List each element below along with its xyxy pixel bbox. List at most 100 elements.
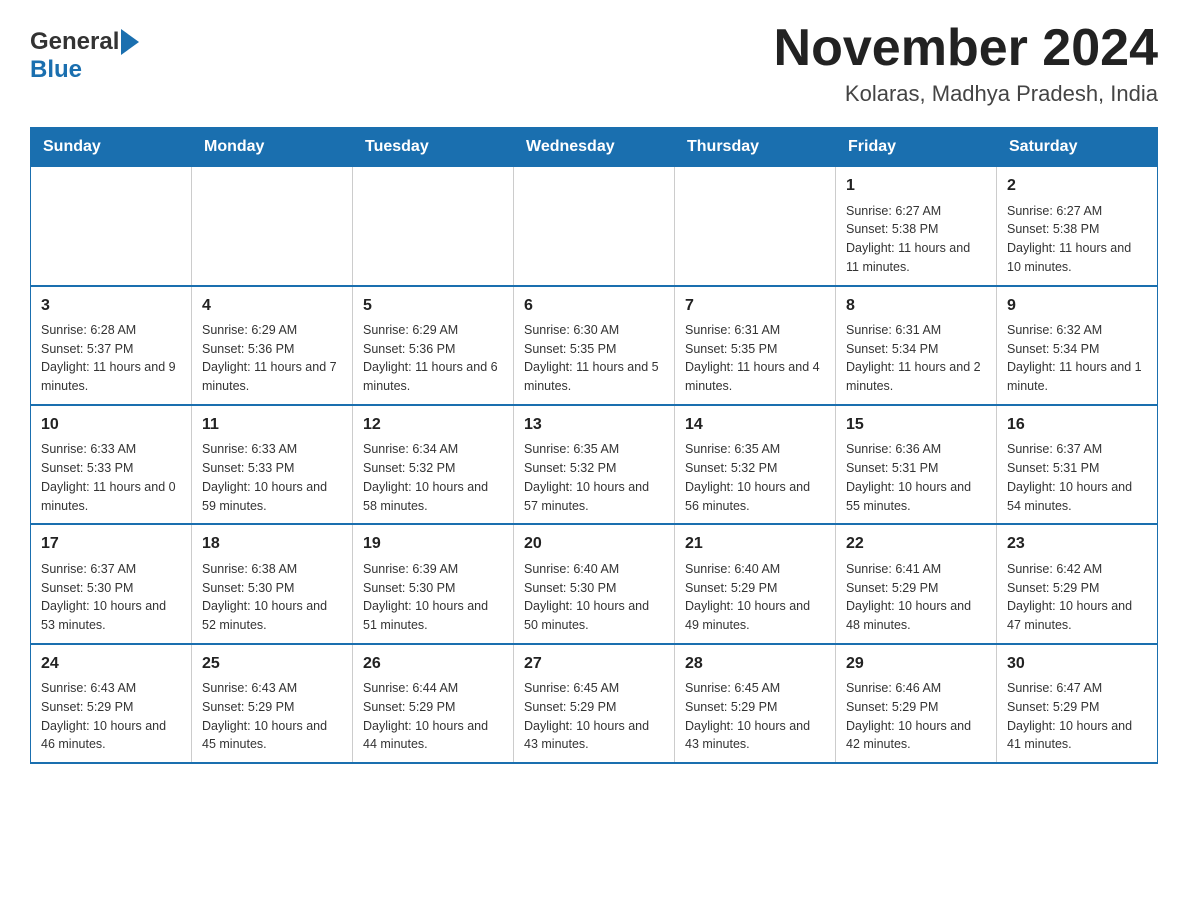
day-info: Sunrise: 6:29 AMSunset: 5:36 PMDaylight:…: [202, 321, 342, 396]
calendar-cell: 18Sunrise: 6:38 AMSunset: 5:30 PMDayligh…: [192, 524, 353, 643]
day-info: Sunrise: 6:41 AMSunset: 5:29 PMDaylight:…: [846, 560, 986, 635]
calendar-cell: 2Sunrise: 6:27 AMSunset: 5:38 PMDaylight…: [997, 167, 1158, 286]
day-number: 19: [363, 533, 503, 555]
calendar-cell: 15 Sunrise: 6:36 AMSunset: 5:31 PMDayligh…: [836, 405, 997, 524]
day-info: Sunrise: 6:35 AMSunset: 5:32 PMDaylight:…: [524, 440, 664, 515]
day-info: Sunrise: 6:33 AMSunset: 5:33 PMDaylight:…: [202, 440, 342, 515]
day-info: Sunrise: 6:37 AMSunset: 5:31 PMDaylight:…: [1007, 440, 1147, 515]
logo-arrow-icon: [121, 29, 147, 55]
day-info: Sunrise: 6:34 AMSunset: 5:32 PMDaylight:…: [363, 440, 503, 515]
day-number: 14: [685, 414, 825, 436]
calendar-cell: 8 Sunrise: 6:31 AMSunset: 5:34 PMDaylight…: [836, 286, 997, 405]
page-subtitle: Kolaras, Madhya Pradesh, India: [774, 81, 1158, 107]
column-header-tuesday: Tuesday: [353, 128, 514, 167]
calendar-cell: [353, 167, 514, 286]
calendar-cell: 13 Sunrise: 6:35 AMSunset: 5:32 PMDayligh…: [514, 405, 675, 524]
calendar-cell: 20 Sunrise: 6:40 AMSunset: 5:30 PMDayligh…: [514, 524, 675, 643]
day-info: Sunrise: 6:28 AMSunset: 5:37 PMDaylight:…: [41, 321, 181, 396]
day-info: Sunrise: 6:33 AMSunset: 5:33 PMDaylight:…: [41, 440, 181, 515]
calendar-cell: 10 Sunrise: 6:33 AMSunset: 5:33 PMDayligh…: [31, 405, 192, 524]
calendar-week-row: 24Sunrise: 6:43 AMSunset: 5:29 PMDayligh…: [31, 644, 1158, 763]
day-info: Sunrise: 6:43 AMSunset: 5:29 PMDaylight:…: [41, 679, 181, 754]
day-number: 16: [1007, 414, 1147, 436]
day-info: Sunrise: 6:38 AMSunset: 5:30 PMDaylight:…: [202, 560, 342, 635]
day-number: 17: [41, 533, 181, 555]
day-info: Sunrise: 6:27 AMSunset: 5:38 PMDaylight:…: [1007, 202, 1147, 277]
calendar-cell: [31, 167, 192, 286]
day-info: Sunrise: 6:35 AMSunset: 5:32 PMDaylight:…: [685, 440, 825, 515]
calendar-cell: 19 Sunrise: 6:39 AMSunset: 5:30 PMDayligh…: [353, 524, 514, 643]
day-number: 13: [524, 414, 664, 436]
day-number: 8: [846, 295, 986, 317]
day-number: 22: [846, 533, 986, 555]
column-header-saturday: Saturday: [997, 128, 1158, 167]
calendar-cell: [514, 167, 675, 286]
day-info: Sunrise: 6:30 AMSunset: 5:35 PMDaylight:…: [524, 321, 664, 396]
day-info: Sunrise: 6:36 AMSunset: 5:31 PMDaylight:…: [846, 440, 986, 515]
calendar-header-row: SundayMondayTuesdayWednesdayThursdayFrid…: [31, 128, 1158, 167]
day-number: 7: [685, 295, 825, 317]
day-info: Sunrise: 6:27 AMSunset: 5:38 PMDaylight:…: [846, 202, 986, 277]
calendar-cell: 26 Sunrise: 6:44 AMSunset: 5:29 PMDayligh…: [353, 644, 514, 763]
calendar-cell: 24Sunrise: 6:43 AMSunset: 5:29 PMDayligh…: [31, 644, 192, 763]
column-header-thursday: Thursday: [675, 128, 836, 167]
day-number: 4: [202, 295, 342, 317]
day-number: 30: [1007, 653, 1147, 675]
calendar-cell: 9 Sunrise: 6:32 AMSunset: 5:34 PMDaylight…: [997, 286, 1158, 405]
day-number: 26: [363, 653, 503, 675]
column-header-sunday: Sunday: [31, 128, 192, 167]
title-section: November 2024 Kolaras, Madhya Pradesh, I…: [774, 20, 1158, 107]
day-info: Sunrise: 6:45 AMSunset: 5:29 PMDaylight:…: [524, 679, 664, 754]
day-number: 10: [41, 414, 181, 436]
page-title: November 2024: [774, 20, 1158, 77]
calendar-week-row: 10 Sunrise: 6:33 AMSunset: 5:33 PMDayligh…: [31, 405, 1158, 524]
day-info: Sunrise: 6:43 AMSunset: 5:29 PMDaylight:…: [202, 679, 342, 754]
calendar-cell: 22 Sunrise: 6:41 AMSunset: 5:29 PMDayligh…: [836, 524, 997, 643]
day-number: 29: [846, 653, 986, 675]
day-info: Sunrise: 6:40 AMSunset: 5:30 PMDaylight:…: [524, 560, 664, 635]
day-info: Sunrise: 6:46 AMSunset: 5:29 PMDaylight:…: [846, 679, 986, 754]
calendar-cell: [675, 167, 836, 286]
day-info: Sunrise: 6:31 AMSunset: 5:34 PMDaylight:…: [846, 321, 986, 396]
calendar-cell: 17 Sunrise: 6:37 AMSunset: 5:30 PMDayligh…: [31, 524, 192, 643]
logo-general-text: General: [30, 28, 119, 56]
calendar-cell: 23Sunrise: 6:42 AMSunset: 5:29 PMDayligh…: [997, 524, 1158, 643]
day-number: 11: [202, 414, 342, 436]
day-info: Sunrise: 6:37 AMSunset: 5:30 PMDaylight:…: [41, 560, 181, 635]
calendar-cell: 30Sunrise: 6:47 AMSunset: 5:29 PMDayligh…: [997, 644, 1158, 763]
day-info: Sunrise: 6:45 AMSunset: 5:29 PMDaylight:…: [685, 679, 825, 754]
calendar-cell: 3 Sunrise: 6:28 AMSunset: 5:37 PMDaylight…: [31, 286, 192, 405]
calendar-cell: 7 Sunrise: 6:31 AMSunset: 5:35 PMDaylight…: [675, 286, 836, 405]
calendar-cell: 5 Sunrise: 6:29 AMSunset: 5:36 PMDaylight…: [353, 286, 514, 405]
calendar-week-row: 3 Sunrise: 6:28 AMSunset: 5:37 PMDaylight…: [31, 286, 1158, 405]
logo: General Blue: [30, 28, 147, 84]
calendar-cell: 4 Sunrise: 6:29 AMSunset: 5:36 PMDaylight…: [192, 286, 353, 405]
day-number: 3: [41, 295, 181, 317]
day-number: 1: [846, 175, 986, 197]
calendar-table: SundayMondayTuesdayWednesdayThursdayFrid…: [30, 127, 1158, 764]
day-number: 20: [524, 533, 664, 555]
day-info: Sunrise: 6:29 AMSunset: 5:36 PMDaylight:…: [363, 321, 503, 396]
calendar-cell: 29 Sunrise: 6:46 AMSunset: 5:29 PMDayligh…: [836, 644, 997, 763]
day-info: Sunrise: 6:44 AMSunset: 5:29 PMDaylight:…: [363, 679, 503, 754]
calendar-week-row: 17 Sunrise: 6:37 AMSunset: 5:30 PMDayligh…: [31, 524, 1158, 643]
day-number: 27: [524, 653, 664, 675]
day-number: 28: [685, 653, 825, 675]
calendar-cell: 14 Sunrise: 6:35 AMSunset: 5:32 PMDayligh…: [675, 405, 836, 524]
calendar-cell: 21Sunrise: 6:40 AMSunset: 5:29 PMDayligh…: [675, 524, 836, 643]
calendar-cell: 11 Sunrise: 6:33 AMSunset: 5:33 PMDayligh…: [192, 405, 353, 524]
column-header-wednesday: Wednesday: [514, 128, 675, 167]
column-header-monday: Monday: [192, 128, 353, 167]
day-number: 15: [846, 414, 986, 436]
day-number: 5: [363, 295, 503, 317]
day-info: Sunrise: 6:39 AMSunset: 5:30 PMDaylight:…: [363, 560, 503, 635]
calendar-cell: 28 Sunrise: 6:45 AMSunset: 5:29 PMDayligh…: [675, 644, 836, 763]
day-number: 12: [363, 414, 503, 436]
calendar-cell: 16 Sunrise: 6:37 AMSunset: 5:31 PMDayligh…: [997, 405, 1158, 524]
day-info: Sunrise: 6:31 AMSunset: 5:35 PMDaylight:…: [685, 321, 825, 396]
day-info: Sunrise: 6:32 AMSunset: 5:34 PMDaylight:…: [1007, 321, 1147, 396]
day-number: 6: [524, 295, 664, 317]
day-number: 9: [1007, 295, 1147, 317]
calendar-cell: 1 Sunrise: 6:27 AMSunset: 5:38 PMDaylight…: [836, 167, 997, 286]
calendar-cell: 27 Sunrise: 6:45 AMSunset: 5:29 PMDayligh…: [514, 644, 675, 763]
